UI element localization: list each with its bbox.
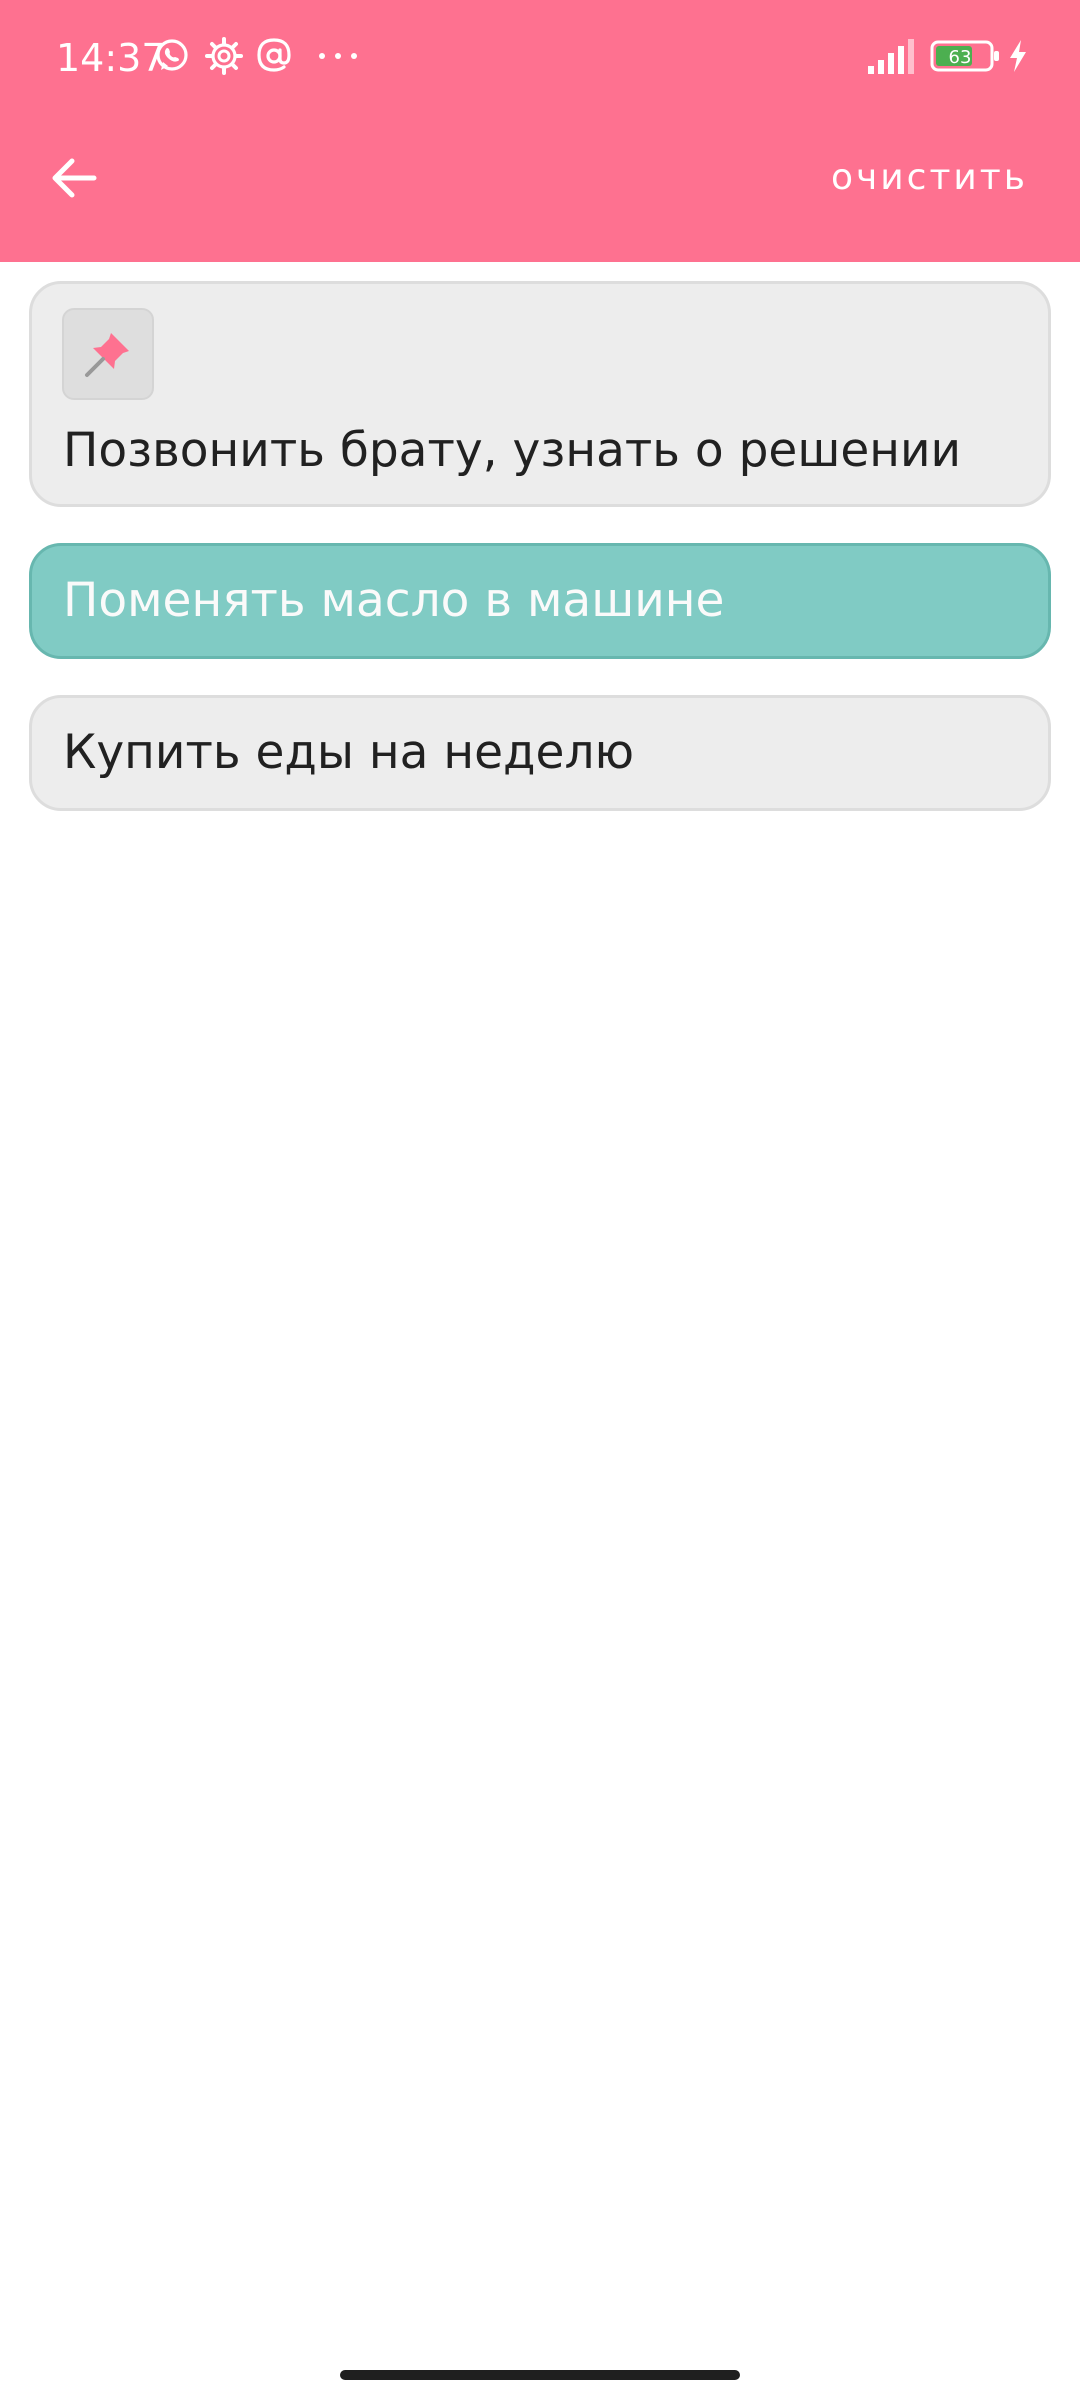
task-text: Поменять масло в машине <box>63 573 725 628</box>
task-item-done[interactable]: Поменять масло в машине <box>29 543 1051 659</box>
pin-toggle[interactable] <box>62 308 154 400</box>
status-bar: 14:37 63 <box>0 0 1080 118</box>
charging-bolt-icon <box>1006 36 1030 76</box>
task-list: Позвонить брату, узнать о решении Поменя… <box>29 281 1051 847</box>
task-item[interactable]: Купить еды на неделю <box>29 695 1051 811</box>
settings-gear-icon <box>204 36 244 76</box>
task-text: Позвонить брату, узнать о решении <box>63 423 962 478</box>
home-indicator[interactable] <box>340 2370 740 2380</box>
app-bar: ОЧИСТИТЬ <box>0 118 1080 262</box>
task-item-pinned[interactable]: Позвонить брату, узнать о решении <box>29 281 1051 507</box>
signal-icon <box>866 36 918 76</box>
whatsapp-icon <box>152 36 192 76</box>
more-dots-icon <box>316 36 360 76</box>
battery-level: 63 <box>949 47 972 68</box>
pushpin-icon <box>85 333 129 377</box>
app-header: 14:37 63 очистить <box>0 0 1080 262</box>
battery-icon: 63 <box>930 36 1002 76</box>
at-sign-icon <box>254 36 294 76</box>
arrow-left-icon <box>52 158 97 198</box>
status-time: 14:37 <box>56 36 166 80</box>
back-button[interactable] <box>34 138 114 218</box>
task-text: Купить еды на неделю <box>63 725 635 780</box>
clear-button[interactable]: ОЧИСТИТЬ <box>831 148 1028 208</box>
task-list-screen: 14:37 63 очистить Позвонить брату, узнат… <box>0 0 1080 2400</box>
